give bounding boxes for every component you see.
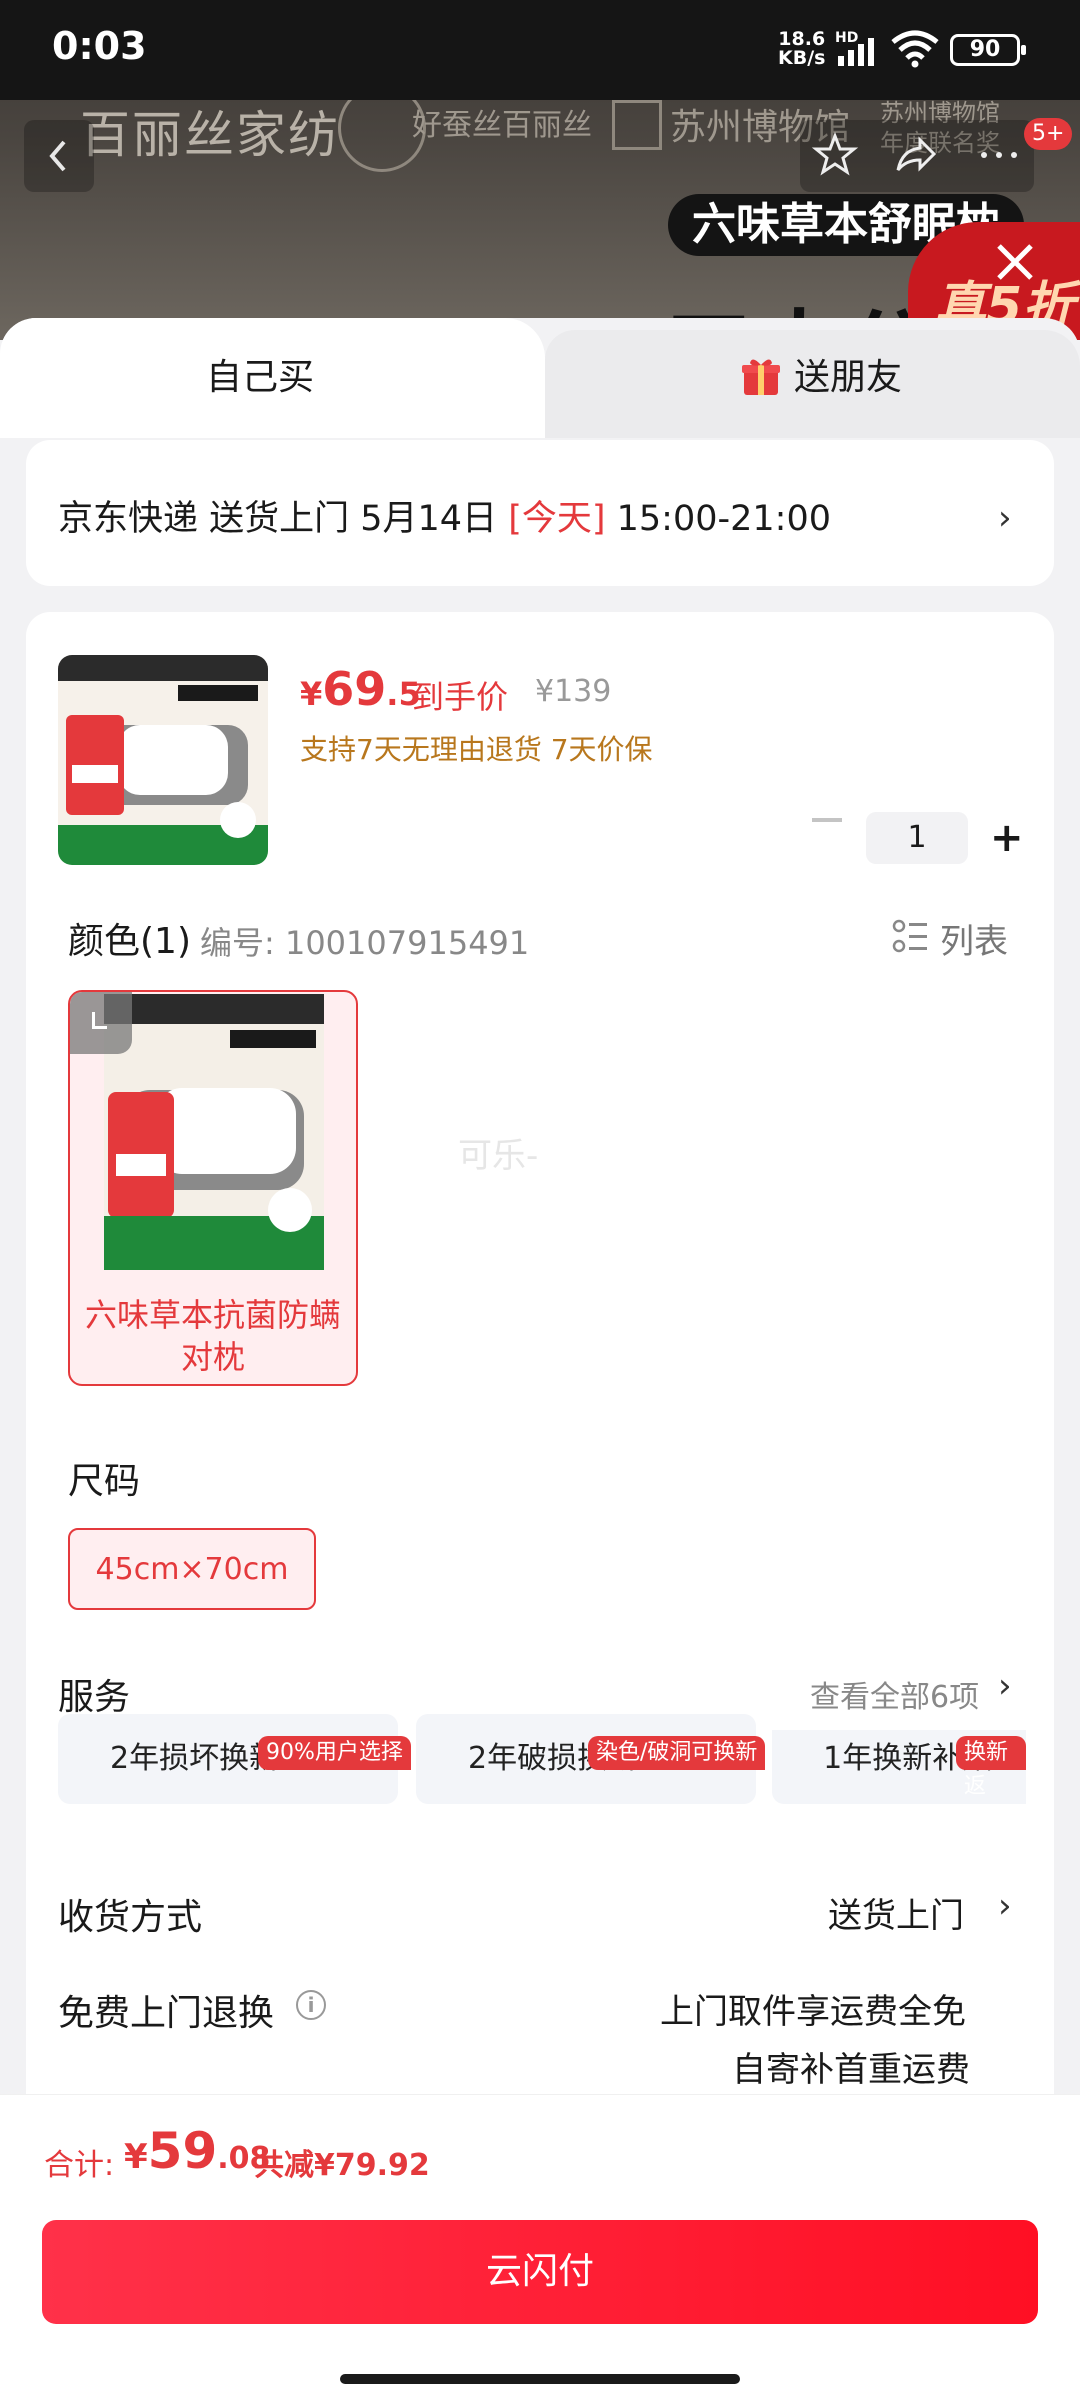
status-bar: 0:03 18.6 KB/s HD 90	[0, 0, 1080, 100]
more-icon[interactable]	[974, 130, 1024, 180]
total-discount: 共减¥79.92	[254, 2148, 430, 2183]
chevron-right-icon: ›	[998, 1666, 1012, 1706]
chevron-right-icon: ›	[998, 498, 1012, 538]
price-label: 到手价	[412, 678, 509, 716]
list-view-icon[interactable]	[892, 918, 930, 956]
current-price: ¥69.5	[300, 662, 421, 716]
service-title: 服务	[58, 1677, 131, 1718]
museum-logo	[612, 100, 662, 150]
tab-buy-for-self[interactable]: 自己买	[0, 318, 520, 438]
battery-indicator: 90	[950, 34, 1026, 66]
total-integer: 59	[147, 2122, 218, 2180]
network-speed: 18.6 KB/s	[778, 30, 825, 68]
expand-image-button[interactable]	[70, 992, 132, 1054]
banner-brand: 百丽丝家纺	[80, 106, 340, 164]
watermark-text: 可乐-	[458, 1136, 539, 1176]
view-all-services-link[interactable]: 查看全部6项	[810, 1672, 979, 1716]
total-price: ¥59.08	[124, 2122, 270, 2180]
shipping-value[interactable]: 送货上门	[828, 1888, 964, 1937]
color-option-image	[104, 994, 324, 1270]
message-badge: 5+	[1024, 118, 1073, 150]
original-price: ¥139	[535, 674, 612, 709]
status-time: 0:03	[52, 24, 147, 68]
wifi-icon	[891, 30, 939, 68]
pay-button[interactable]: 云闪付	[42, 2220, 1038, 2324]
product-thumbnail[interactable]	[58, 655, 268, 865]
signal-icon	[838, 38, 874, 66]
chevron-right-icon: ›	[998, 1886, 1012, 1926]
color-title: 颜色(1)	[68, 921, 191, 962]
share-icon[interactable]	[890, 130, 940, 180]
service-badge-3: 换新返	[956, 1736, 1026, 1799]
delivery-time: 15:00-21:00	[605, 499, 831, 539]
close-icon[interactable]	[985, 232, 1045, 292]
delivery-prefix: 京东快递 送货上门 5月14日	[58, 499, 509, 539]
free-return-line-2: 自寄补首重运费	[732, 2050, 970, 2090]
network-speed-unit: KB/s	[778, 47, 826, 69]
size-title: 尺码	[68, 1461, 141, 1502]
return-policy: 支持7天无理由退货 7天价保	[300, 733, 653, 766]
size-option-selected[interactable]: 45cm×70cm	[68, 1528, 316, 1610]
quantity-field[interactable]: 1	[866, 812, 968, 864]
chevron-left-icon	[49, 140, 66, 172]
banner-brand-2: 好蚕丝百丽丝	[412, 108, 592, 143]
service-badge-1: 90%用户选择	[258, 1736, 411, 1770]
delivery-info: 京东快递 送货上门 5月14日 [今天] 15:00-21:00	[58, 490, 831, 541]
price-integer: 69	[322, 662, 387, 716]
color-option-label: 六味草本抗菌防螨对枕	[84, 1296, 341, 1376]
price-symbol: ¥	[300, 675, 323, 713]
list-view-label[interactable]: 列表	[940, 914, 1008, 963]
product-code: 编号: 100107915491	[200, 924, 530, 962]
service-option-3-clip: 1年换新补贴 ¥ 换新返	[770, 1730, 1026, 1810]
total-label: 合计:	[44, 2148, 115, 2183]
tab-send-to-friend[interactable]: 送朋友	[794, 318, 902, 438]
delivery-today: [今天]	[508, 499, 606, 539]
total-symbol: ¥	[124, 2137, 148, 2177]
pillow-image	[58, 655, 268, 865]
star-icon[interactable]	[810, 130, 860, 180]
info-icon[interactable]: i	[296, 1990, 326, 2020]
service-badge-2: 染色/破洞可换新	[588, 1736, 766, 1770]
free-return-title: 免费上门退换	[58, 1993, 275, 2034]
quantity-decrease-button[interactable]	[812, 818, 842, 822]
quantity-increase-button[interactable]: +	[990, 818, 1024, 858]
home-indicator[interactable]	[340, 2374, 740, 2384]
back-button[interactable]	[24, 120, 94, 192]
shipping-title: 收货方式	[58, 1897, 203, 1938]
color-option-selected[interactable]: 六味草本抗菌防螨对枕	[68, 990, 358, 1386]
gift-icon	[742, 359, 780, 395]
free-return-line-1: 上门取件享运费全免	[660, 1992, 966, 2032]
